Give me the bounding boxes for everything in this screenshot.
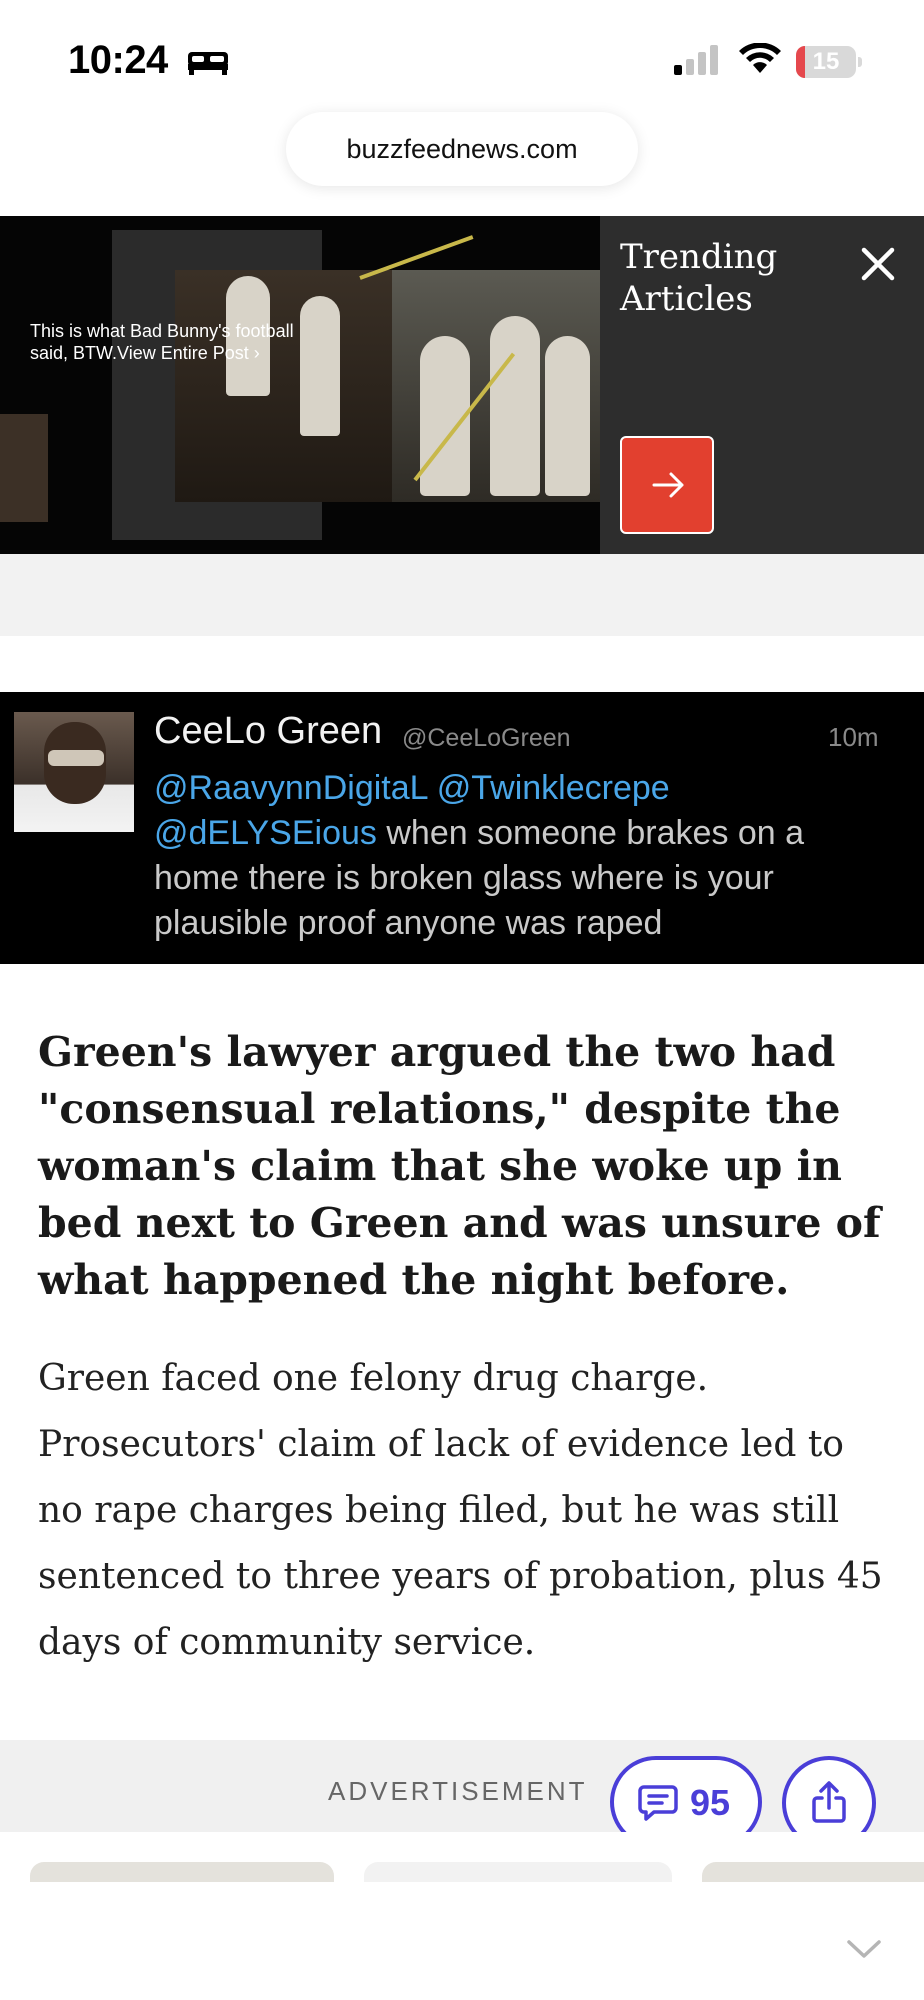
url-bar[interactable]: buzzfeednews.com bbox=[286, 112, 638, 186]
ad-carousel bbox=[0, 1832, 924, 1882]
comment-count: 95 bbox=[690, 1782, 731, 1823]
trending-image[interactable]: This is what Bad Bunny's football said, … bbox=[0, 216, 600, 554]
next-article-button[interactable] bbox=[620, 436, 714, 534]
tweet-text: @RaavynnDigitaL @Twinklecrepe @dELYSEiou… bbox=[154, 766, 874, 946]
trending-panel: Trending Articles bbox=[600, 216, 924, 554]
tweet-timestamp: 10m bbox=[828, 722, 879, 752]
spacer-band bbox=[0, 554, 924, 636]
close-icon[interactable] bbox=[858, 244, 898, 284]
tweet-mention: @RaavynnDigitaL bbox=[154, 769, 428, 807]
tweet-author-handle: @CeeLoGreen bbox=[402, 724, 571, 752]
trending-caption[interactable]: This is what Bad Bunny's football said, … bbox=[30, 320, 320, 364]
trending-title: Trending Articles bbox=[620, 237, 778, 319]
battery-icon: 15 bbox=[796, 46, 862, 78]
tweet-mention: @Twinklecrepe bbox=[436, 769, 670, 807]
tweet-embed: CeeLo Green @CeeLoGreen 10m @RaavynnDigi… bbox=[0, 692, 924, 964]
tweet-author-name: CeeLo Green bbox=[154, 710, 383, 752]
comment-icon bbox=[638, 1785, 678, 1821]
avatar bbox=[14, 712, 134, 832]
chevron-down-icon[interactable] bbox=[846, 1938, 882, 1960]
bottom-toolbar bbox=[0, 1882, 924, 2000]
tweet-mention: @dELYSEious bbox=[154, 814, 377, 852]
status-bar: 10:24 15 bbox=[0, 0, 924, 110]
battery-level: 15 bbox=[812, 48, 840, 75]
trending-banner: This is what Bad Bunny's football said, … bbox=[0, 216, 924, 554]
status-time: 10:24 bbox=[68, 38, 168, 82]
ad-label: ADVERTISEMENT bbox=[328, 1776, 588, 1806]
bed-icon bbox=[188, 52, 228, 75]
arrow-right-icon bbox=[652, 472, 684, 498]
article-paragraph: Green faced one felony drug charge. Pros… bbox=[38, 1358, 883, 1663]
ad-card[interactable] bbox=[30, 1862, 334, 1882]
ad-card[interactable] bbox=[364, 1862, 672, 1882]
article-headline: Green's lawyer argued the two had "conse… bbox=[38, 1028, 881, 1304]
ad-card[interactable] bbox=[702, 1862, 924, 1882]
share-icon bbox=[812, 1781, 846, 1823]
wifi-icon bbox=[739, 43, 781, 73]
signal-icon bbox=[674, 45, 718, 75]
